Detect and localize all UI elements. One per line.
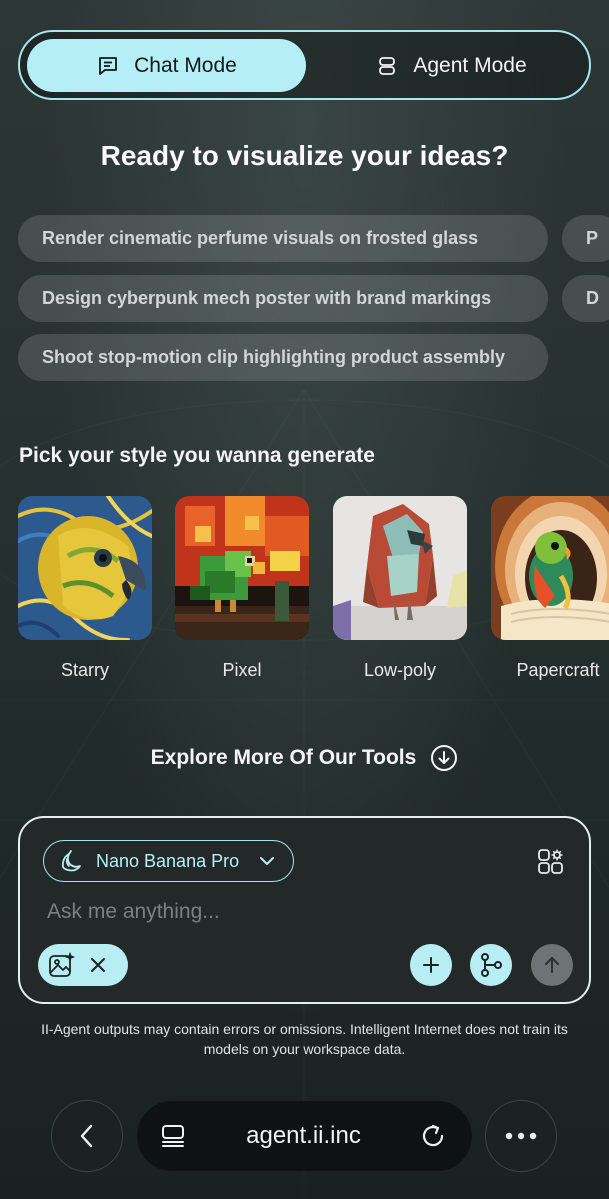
styles-section-title: Pick your style you wanna generate — [19, 444, 375, 467]
style-card-pixel[interactable]: Pixel — [175, 496, 309, 681]
arrow-up-icon — [545, 957, 559, 973]
style-label: Papercraft — [516, 660, 600, 680]
image-sparkle-icon — [49, 952, 75, 977]
tabs-icon[interactable] — [159, 1122, 187, 1150]
back-button[interactable] — [51, 1100, 123, 1172]
style-label: Low-poly — [363, 660, 437, 680]
page-title: Ready to visualize your ideas? — [100, 140, 509, 171]
agent-icon — [379, 56, 396, 75]
add-button[interactable] — [410, 944, 452, 986]
address-bar[interactable]: agent.ii.inc — [137, 1101, 472, 1171]
chevron-down-icon — [260, 857, 275, 865]
model-selector[interactable]: Nano Banana Pro — [43, 840, 294, 882]
more-options-button[interactable] — [485, 1100, 557, 1172]
style-card-papercraft[interactable]: Papercraft — [491, 496, 609, 681]
workflow-button[interactable] — [470, 944, 512, 986]
style-label: Pixel — [222, 660, 262, 680]
style-card-low-poly[interactable]: Low-poly — [333, 496, 467, 681]
style-card-starry[interactable]: Starry — [18, 496, 152, 681]
parrot-papercraft-image — [491, 496, 609, 640]
send-button[interactable] — [531, 944, 573, 986]
disclaimer-text: II-Agent outputs may contain errors or o… — [41, 1021, 568, 1057]
prompt-input[interactable]: Ask me anything... — [47, 900, 220, 924]
more-horizontal-icon — [505, 1132, 537, 1140]
suggestion-chip[interactable]: P — [562, 215, 609, 262]
close-icon[interactable] — [90, 957, 106, 973]
suggestion-chip[interactable]: D — [562, 275, 609, 322]
branch-icon — [481, 953, 502, 977]
style-label: Starry — [60, 660, 109, 680]
parrot-low-poly-image — [333, 496, 467, 640]
chat-mode-label: Chat Mode — [134, 53, 237, 77]
chevron-left-icon — [80, 1124, 93, 1148]
plus-icon — [423, 957, 439, 973]
suggestion-chip[interactable]: Render cinematic perfume visuals on fros… — [18, 215, 548, 262]
mode-toggle: Chat Mode Agent Mode — [18, 30, 591, 100]
prompt-composer: Nano Banana Pro Ask me anything... — [18, 816, 591, 1004]
apps-settings-icon[interactable] — [537, 848, 565, 876]
reload-icon[interactable] — [420, 1123, 446, 1149]
suggestion-chip[interactable]: Shoot stop-motion clip highlighting prod… — [18, 334, 548, 381]
model-label: Nano Banana Pro — [96, 850, 240, 871]
url-text: agent.ii.inc — [246, 1122, 361, 1149]
chat-mode-button[interactable]: Chat Mode — [27, 39, 306, 92]
banana-icon — [61, 850, 81, 872]
suggestion-chip[interactable]: Design cyberpunk mech poster with brand … — [18, 275, 548, 322]
parrot-starry-night-image — [18, 496, 152, 640]
chat-icon — [99, 56, 118, 75]
agent-mode-button[interactable]: Agent Mode — [320, 39, 582, 92]
agent-mode-label: Agent Mode — [413, 53, 527, 77]
arrow-down-circle-icon — [431, 745, 458, 771]
explore-tools-link[interactable]: Explore More Of Our Tools — [0, 744, 609, 772]
image-generation-chip[interactable] — [38, 944, 128, 986]
explore-label: Explore More Of Our Tools — [150, 746, 417, 769]
parrot-pixel-art-image — [175, 496, 309, 640]
